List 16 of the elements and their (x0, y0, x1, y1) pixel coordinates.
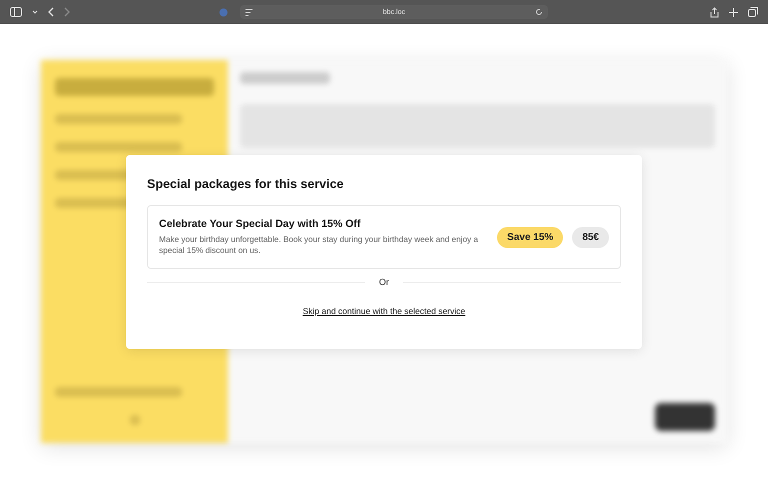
tabs-icon[interactable] (748, 7, 758, 17)
discount-badge: Save 15% (497, 226, 564, 248)
package-description: Make your birthday unforgettable. Book your stay during your birthday week and enjoy a special 15% discount on us. (159, 234, 479, 256)
dialog-title: Special packages for this service (147, 177, 345, 191)
page-icon (245, 8, 253, 16)
package-card[interactable]: Celebrate Your Special Day with 15% Off Make your birthday unforgettable. Book your stay during your birthday week and enjoy a special 15% discount on us. Save 15% 85€ (147, 205, 621, 270)
divider-text: Or (379, 277, 389, 288)
price-tag: 85€ (572, 226, 609, 248)
plus-icon[interactable] (729, 8, 738, 16)
reload-icon[interactable] (535, 8, 543, 16)
skip-link[interactable]: Skip and continue with the selected service (302, 306, 466, 316)
sidebar-icon[interactable] (10, 7, 22, 17)
back-icon[interactable] (48, 7, 54, 17)
share-icon[interactable] (710, 6, 719, 18)
chevron-down-icon[interactable] (32, 10, 38, 14)
package-title: Celebrate Your Special Day with 15% Off (159, 218, 362, 230)
